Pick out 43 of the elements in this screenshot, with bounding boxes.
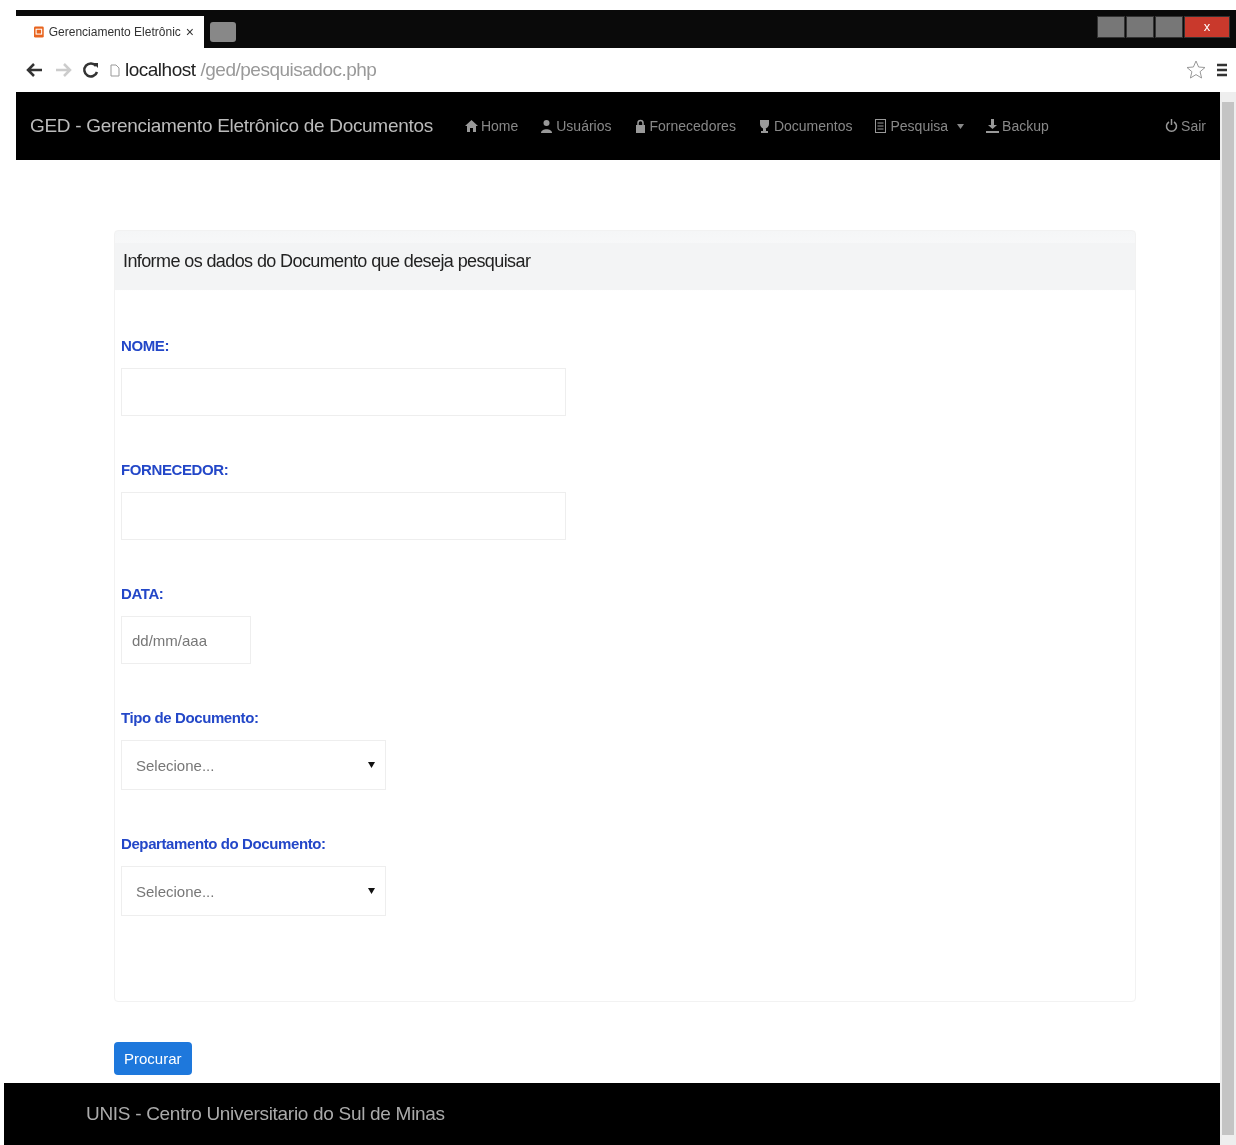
nav-link[interactable]: Pesquisa — [874, 118, 965, 134]
maximize-button[interactable] — [1155, 16, 1183, 38]
nav-link[interactable]: Home — [464, 118, 519, 134]
user-icon — [540, 119, 554, 133]
page-icon — [34, 24, 44, 40]
new-tab-button[interactable] — [210, 22, 236, 42]
brand-title[interactable]: GED - Gerenciamento Eletrônico de Documentos — [30, 115, 433, 137]
search-button[interactable]: Procurar — [114, 1042, 192, 1075]
nav-link[interactable]: Documentos — [757, 118, 853, 134]
field-label: NOME: — [121, 337, 169, 354]
select-field[interactable]: Selecione... — [121, 740, 386, 790]
address-bar[interactable]: localhost /ged/pesquisadoc.php — [110, 56, 1176, 84]
nav-link[interactable]: Fornecedores — [633, 118, 736, 134]
date-field[interactable]: dd/mm/aaa — [121, 616, 251, 664]
footer-text: UNIS - Centro Universitario do Sul de Minas — [86, 1103, 445, 1125]
select-field[interactable]: Selecione... — [121, 866, 386, 916]
power-icon — [1165, 119, 1179, 133]
home-icon — [464, 119, 478, 133]
document-icon — [874, 119, 888, 133]
tab-close-button[interactable]: × — [185, 24, 194, 40]
caret-icon — [368, 762, 375, 768]
forward-icon[interactable] — [54, 62, 72, 78]
scrollbar[interactable] — [1220, 92, 1236, 1145]
field-label: FORNECEDOR: — [121, 461, 229, 478]
form-heading: Informe os dados do Documento que deseja pesquisar — [115, 243, 1135, 290]
close-button[interactable]: x — [1184, 16, 1230, 38]
tab-title: Gerenciamento Eletrônic — [48, 25, 181, 39]
browser-tab[interactable]: Gerenciamento Eletrônic × — [16, 16, 204, 48]
trophy-icon — [757, 119, 771, 133]
lock-icon — [633, 119, 647, 133]
nav-link[interactable]: Backup — [986, 118, 1049, 134]
field-label: Tipo de Documento: — [121, 709, 259, 726]
menu-icon[interactable] — [1216, 62, 1228, 78]
logout-link[interactable]: Sair — [1165, 118, 1206, 134]
star-icon[interactable] — [1186, 60, 1206, 80]
field-label: DATA: — [121, 585, 164, 602]
back-icon[interactable] — [26, 62, 44, 78]
reload-icon[interactable] — [82, 61, 100, 79]
minimize-button[interactable] — [1126, 16, 1154, 38]
caret-icon — [368, 888, 375, 894]
field-label: Departamento do Documento: — [121, 835, 326, 852]
download-icon — [986, 119, 1000, 133]
nav-link[interactable]: Usuários — [540, 118, 612, 134]
